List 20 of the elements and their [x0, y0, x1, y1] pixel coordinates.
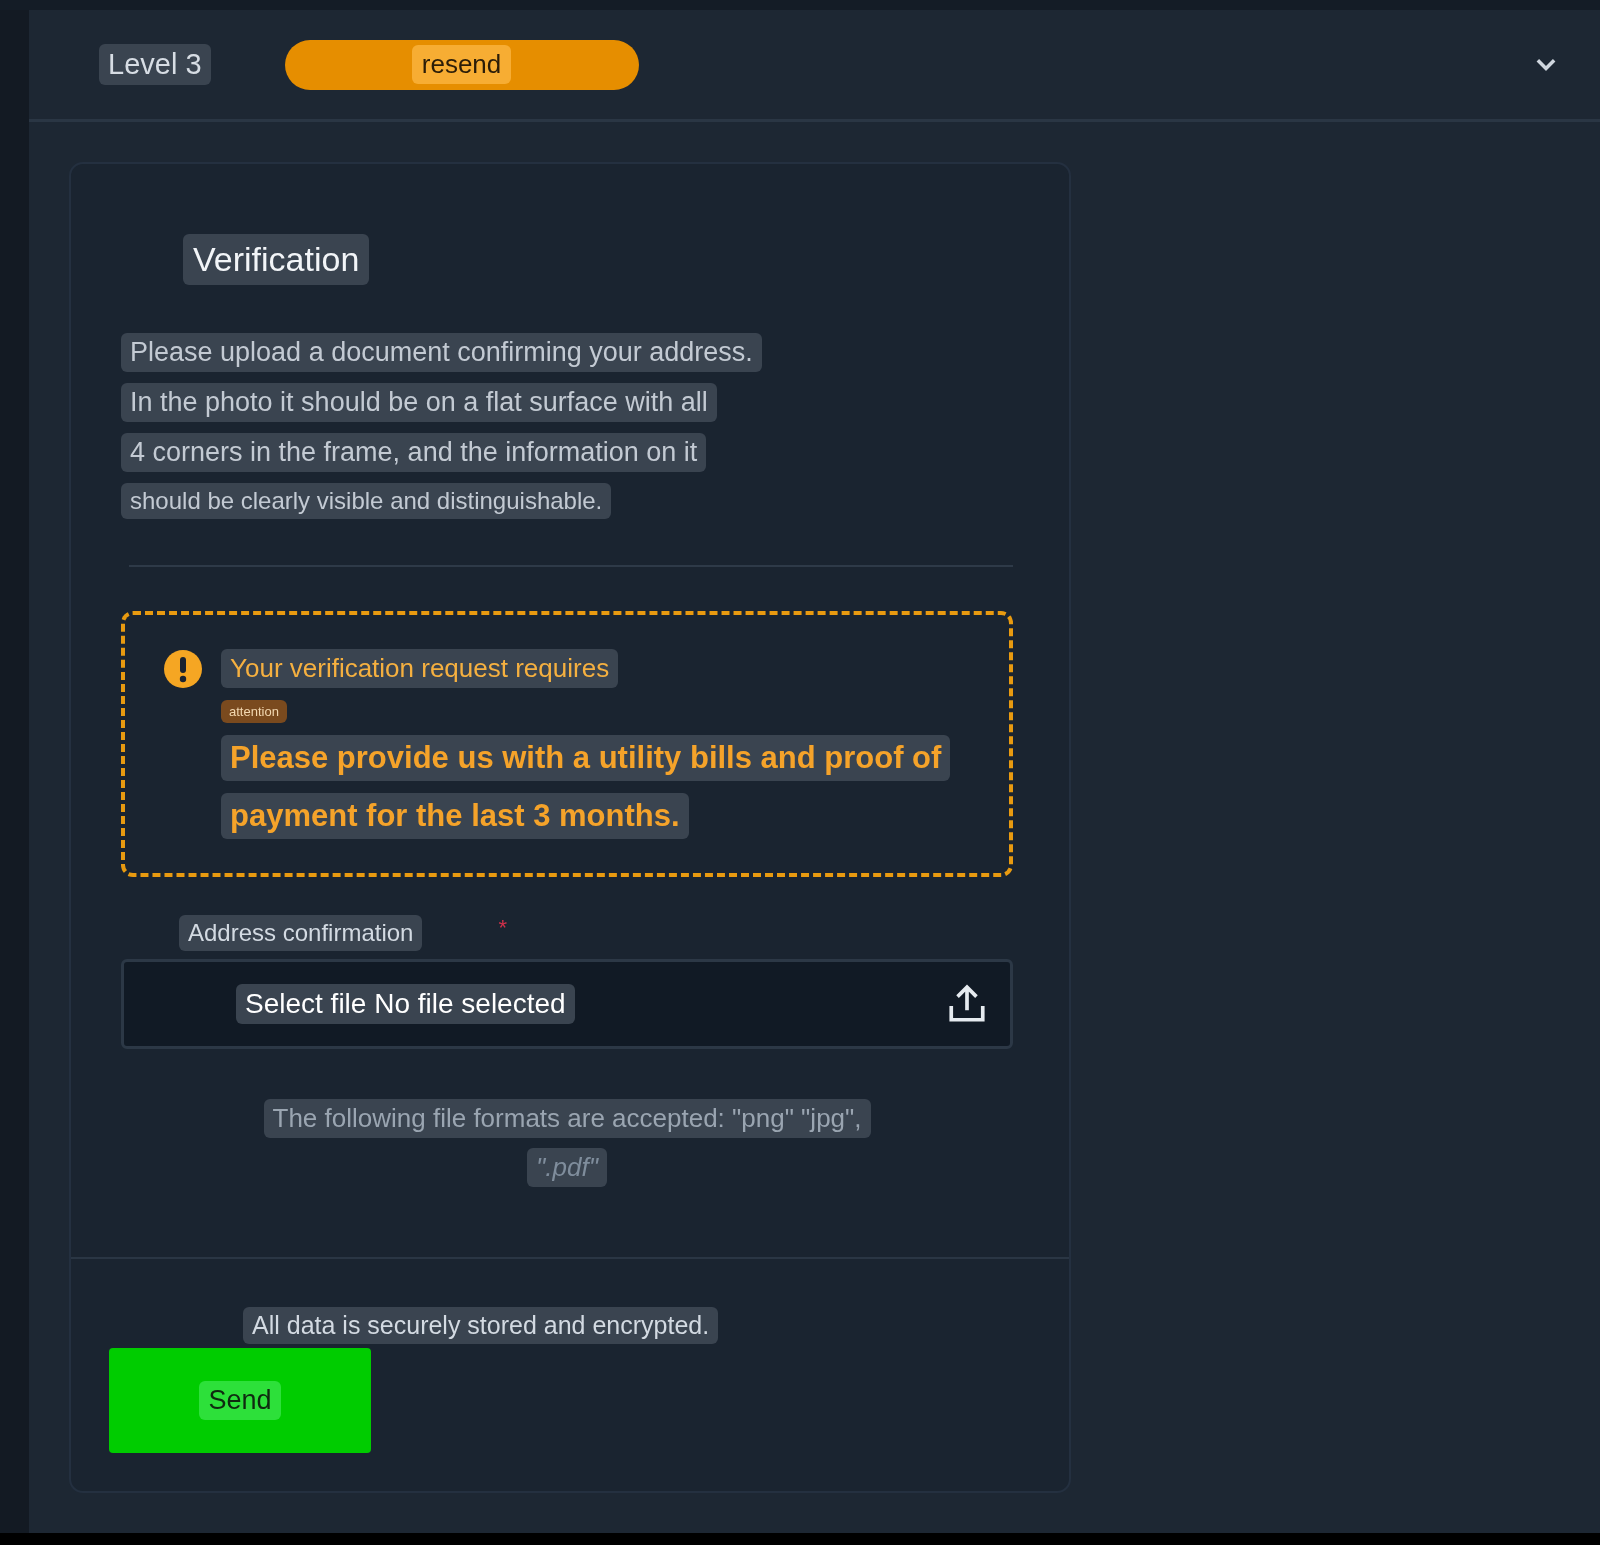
description-text: Please upload a document confirming your address. — [121, 333, 762, 372]
warning-title: Your verification request requires — [221, 649, 619, 688]
level-label: Level 3 — [99, 44, 211, 85]
required-mark: * — [498, 915, 507, 941]
exclamation-icon — [163, 649, 203, 689]
card-title: Verification — [183, 234, 370, 285]
warning-message: payment for the last 3 months. — [221, 793, 689, 839]
warning-message: Please provide us with a utility bills and proof of — [221, 735, 951, 781]
status-label: resend — [411, 45, 512, 84]
description-text: In the photo it should be on a flat surface with all — [121, 383, 717, 422]
field-label: Address confirmation — [179, 915, 423, 951]
security-note: All data is securely stored and encrypted. — [243, 1307, 719, 1344]
upload-icon[interactable] — [946, 983, 988, 1025]
description-text: 4 corners in the frame, and the information on it — [121, 433, 707, 472]
formats-text: ".pdf" — [527, 1148, 607, 1187]
file-input[interactable]: Select file No file selected — [121, 959, 1013, 1049]
formats-text: The following file formats are accepted: "png" "jpg", — [263, 1099, 871, 1138]
attention-badge: attention — [221, 700, 287, 723]
send-button[interactable]: Send — [109, 1348, 371, 1453]
description-text: should be clearly visible and distinguishable. — [121, 483, 612, 519]
